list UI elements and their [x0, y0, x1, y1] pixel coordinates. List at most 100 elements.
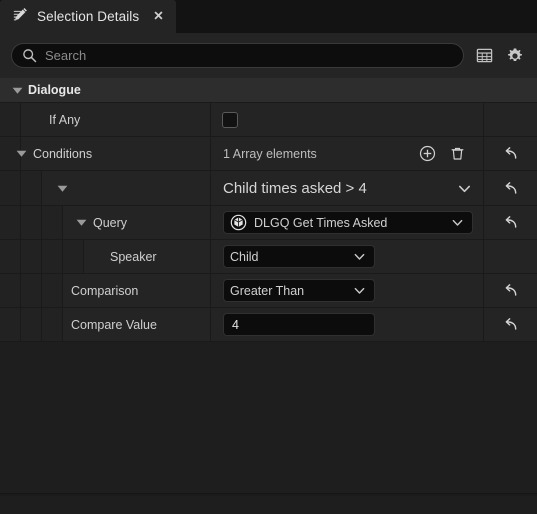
search-placeholder: Search [45, 48, 87, 63]
row-reset-cell[interactable] [484, 206, 537, 239]
indent-guides [0, 274, 63, 307]
row-name-cell: Conditions [16, 137, 211, 170]
row-reset-cell [484, 103, 537, 136]
chevron-down-icon[interactable] [75, 216, 88, 229]
reset-arrow-icon[interactable] [502, 282, 519, 299]
indent-guide [0, 103, 21, 136]
property-label-query: Query [93, 215, 128, 230]
indent-guide [0, 240, 21, 273]
property-label-comparison: Comparison [71, 283, 139, 298]
tab-selection-details[interactable]: Selection Details ✕ [0, 0, 176, 33]
row-reset-cell[interactable] [484, 137, 537, 170]
indent-guides [0, 171, 42, 205]
row-value-cell: 4 [211, 308, 484, 341]
row-value-cell: DLGQ Get Times Asked [211, 206, 484, 239]
element-summary-text: Child times asked > 4 [223, 179, 367, 197]
chevron-down-icon[interactable] [56, 182, 69, 195]
chevron-down-icon [452, 219, 463, 226]
reset-arrow-icon[interactable] [502, 214, 519, 231]
row-value-cell: Greater Than [211, 274, 484, 307]
indent-guides [0, 240, 84, 273]
chevron-down-icon [354, 287, 365, 294]
comparison-dropdown[interactable]: Greater Than [223, 279, 375, 302]
row-query[interactable]: Query DLGQ Get Times Asked [0, 206, 537, 240]
row-reset-cell [484, 240, 537, 273]
property-label-conditions: Conditions [33, 146, 93, 161]
indent-guide [42, 206, 63, 239]
indent-guide [0, 171, 21, 205]
row-name-cell: Comparison [63, 274, 211, 307]
if-any-checkbox[interactable] [222, 111, 238, 128]
indent-guides [0, 206, 63, 239]
property-label-compare-value: Compare Value [71, 317, 157, 332]
element-summary[interactable]: Child times asked > 4 [223, 180, 483, 197]
row-reset-cell[interactable] [484, 308, 537, 341]
row-comparison[interactable]: Comparison Greater Than [0, 274, 537, 308]
table-columns-icon [476, 48, 492, 63]
selection-details-panel: Selection Details ✕ Search Dialogue If A… [0, 0, 537, 514]
row-name-cell: Query [63, 206, 211, 239]
row-name-cell [42, 171, 211, 205]
chevron-down-icon [354, 253, 365, 260]
bottom-strip [0, 494, 537, 496]
indent-guide [42, 274, 63, 307]
query-class-value: DLGQ Get Times Asked [254, 215, 388, 230]
tab-bar: Selection Details ✕ [0, 0, 537, 33]
details-pencil-icon [13, 8, 27, 21]
row-reset-cell[interactable] [484, 171, 537, 205]
row-array-element-0[interactable]: Child times asked > 4 [0, 171, 537, 206]
tab-title: Selection Details [37, 9, 140, 24]
indent-guide [21, 308, 42, 341]
indent-guide [63, 240, 84, 273]
empty-area [0, 342, 537, 494]
reset-arrow-icon[interactable] [502, 316, 519, 333]
column-settings-button[interactable] [473, 45, 495, 67]
row-value-cell [211, 103, 484, 136]
array-actions [419, 145, 483, 162]
indent-guide [42, 240, 63, 273]
row-name-cell: Speaker [84, 240, 211, 273]
indent-guide [0, 206, 21, 239]
row-reset-cell[interactable] [484, 274, 537, 307]
row-speaker[interactable]: Speaker Child [0, 240, 537, 274]
chevron-down-icon[interactable] [15, 147, 28, 160]
comparison-value: Greater Than [230, 283, 305, 298]
delete-all-elements-button[interactable] [449, 145, 466, 162]
category-dialogue[interactable]: Dialogue [0, 78, 537, 103]
row-if-any[interactable]: If Any [0, 103, 537, 137]
blueprint-class-icon [230, 214, 247, 231]
chevron-down-icon[interactable] [456, 180, 473, 197]
row-name-cell: Compare Value [63, 308, 211, 341]
chevron-down-icon[interactable] [11, 84, 24, 97]
indent-guide [21, 274, 42, 307]
trash-icon [451, 147, 464, 160]
compare-value-input[interactable]: 4 [223, 313, 375, 336]
reset-arrow-icon[interactable] [502, 145, 519, 162]
add-element-button[interactable] [419, 145, 436, 162]
view-options-button[interactable] [504, 45, 526, 67]
row-conditions[interactable]: Conditions 1 Array elements [0, 137, 537, 171]
property-label-speaker: Speaker [110, 249, 157, 264]
indent-guide [0, 308, 21, 341]
search-input[interactable]: Search [11, 43, 464, 68]
speaker-value: Child [230, 249, 259, 264]
indent-guides [0, 103, 21, 136]
row-value-cell: Child times asked > 4 [211, 171, 484, 205]
query-class-dropdown[interactable]: DLGQ Get Times Asked [223, 211, 473, 234]
compare-value-text: 4 [232, 317, 239, 332]
indent-guide [0, 274, 21, 307]
category-label: Dialogue [28, 83, 81, 97]
speaker-dropdown[interactable]: Child [223, 245, 375, 268]
indent-guide [21, 171, 42, 205]
array-element-count: 1 Array elements [223, 146, 317, 161]
search-toolbar: Search [0, 33, 537, 78]
plus-circle-icon [419, 145, 436, 162]
reset-arrow-icon[interactable] [502, 180, 519, 197]
property-tree: Dialogue If Any Conditions 1 Array eleme… [0, 78, 537, 496]
close-icon[interactable]: ✕ [153, 10, 163, 23]
indent-guide [21, 240, 42, 273]
row-compare-value[interactable]: Compare Value 4 [0, 308, 537, 342]
indent-guides [0, 308, 63, 341]
indent-guide [21, 206, 42, 239]
indent-guide [42, 308, 63, 341]
